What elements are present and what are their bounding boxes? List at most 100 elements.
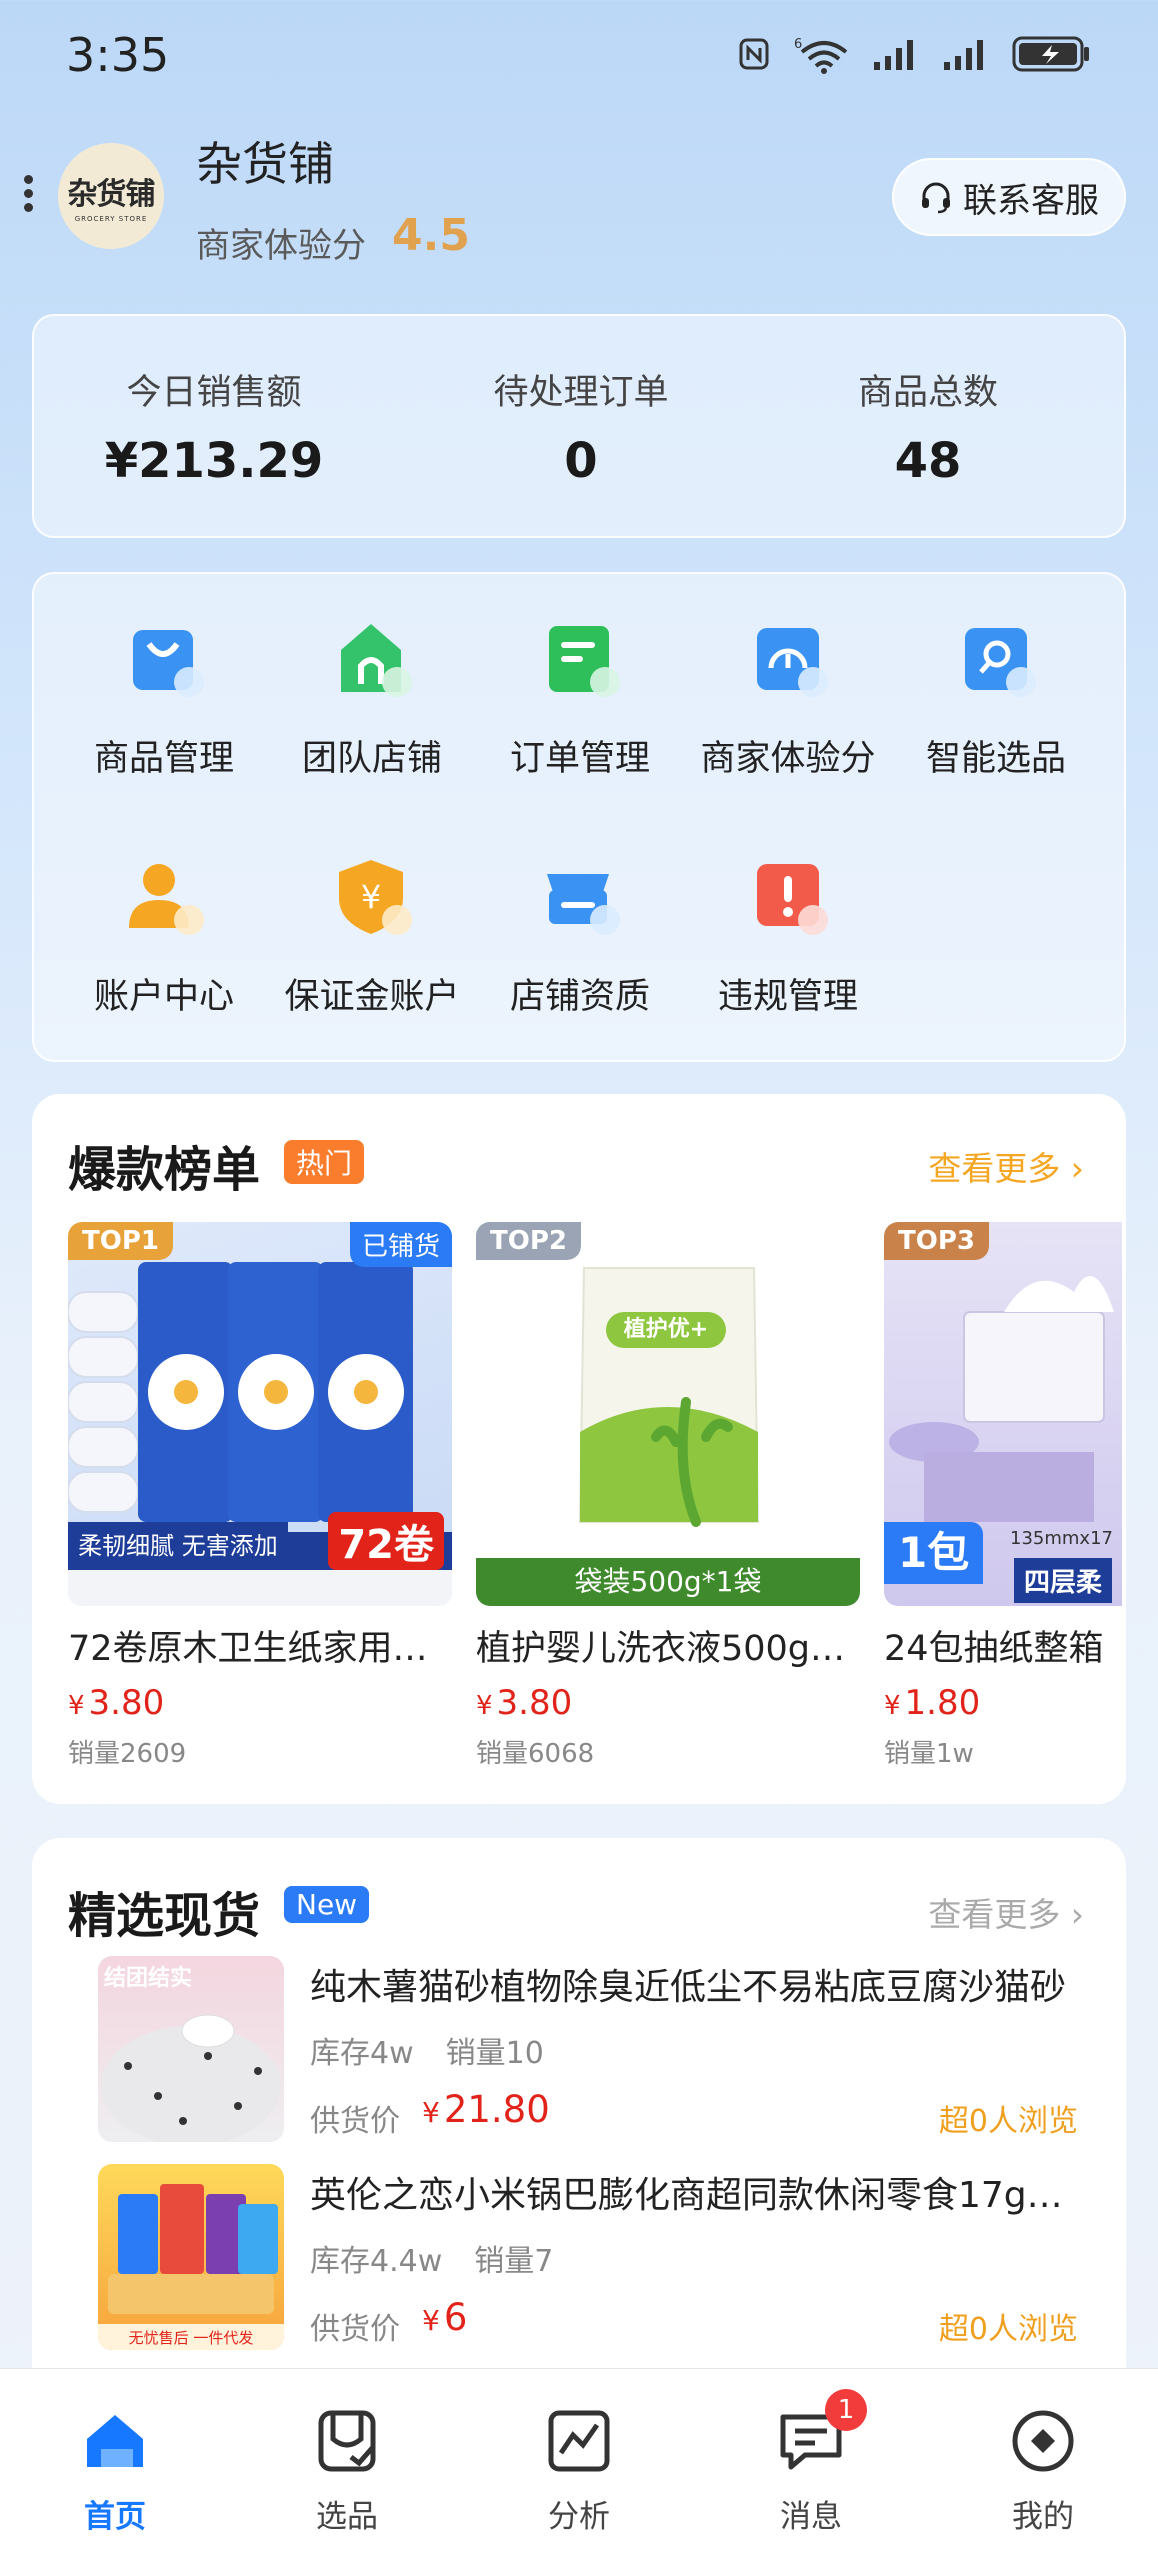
nav-select[interactable]: 选品 xyxy=(277,2405,417,2536)
stat-label: 今日销售额 xyxy=(126,373,302,413)
views-count: 超0人浏览 xyxy=(938,2104,1078,2139)
nav-analytics[interactable]: 分析 xyxy=(509,2405,649,2536)
qualification-icon xyxy=(535,852,625,942)
section-title: 爆款榜单 xyxy=(68,1142,261,1198)
bottom-nav: 首页 选品 分析 1 消息 我的 xyxy=(0,2368,1158,2561)
shopping-bag-icon xyxy=(119,614,209,704)
product-image: 1包 四层柔 135mmx17 TOP3 xyxy=(884,1222,1122,1606)
store-logo: 杂货铺 GROCERY STORE xyxy=(58,143,164,249)
new-tag: New xyxy=(284,1886,370,1923)
supply-price: ¥6 xyxy=(422,2296,468,2339)
func-merchant-score[interactable]: 商家体验分 xyxy=(683,614,893,781)
headset-icon xyxy=(922,182,950,214)
hot-tag: 热门 xyxy=(284,1140,365,1184)
func-smart-selection[interactable]: 智能选品 xyxy=(891,614,1101,781)
nav-messages[interactable]: 1 消息 xyxy=(741,2389,881,2536)
image-size: 135mmx17 xyxy=(1010,1528,1113,1549)
product-price: ¥1.80 xyxy=(884,1683,981,1723)
score-label: 商家体验分 xyxy=(196,226,366,266)
store-icon xyxy=(327,614,417,704)
stat-value: 48 xyxy=(894,433,962,489)
search-icon xyxy=(951,614,1041,704)
supply-label: 供货价 xyxy=(310,2104,400,2139)
wifi-icon: 6 xyxy=(794,37,848,74)
user-icon xyxy=(119,852,209,942)
image-caption: 无忧售后 一件代发 xyxy=(128,2329,254,2347)
product-price: ¥3.80 xyxy=(68,1683,165,1723)
score-value: 4.5 xyxy=(392,210,470,261)
product-price: ¥3.80 xyxy=(476,1683,573,1723)
message-badge: 1 xyxy=(825,2389,867,2431)
func-order-management[interactable]: 订单管理 xyxy=(475,614,685,781)
image-caption: 袋装500g*1袋 xyxy=(476,1558,860,1606)
product-card[interactable]: 植护优+ 袋装500g*1袋 TOP2 植护婴儿洗衣液500g袋装 ¥3.80 … xyxy=(476,1222,860,1770)
nav-home[interactable]: 首页 xyxy=(45,2405,185,2536)
product-card[interactable]: 柔韧细腻 无害添加 72卷 TOP1 已铺货 72卷原木卫生纸家用卷纸 ¥3.8… xyxy=(68,1222,452,1770)
func-store-qualification[interactable]: 店铺资质 xyxy=(475,852,685,1019)
stock-meta: 库存4.4w 销量7 xyxy=(310,2244,554,2279)
stat-value: 0 xyxy=(564,433,598,489)
gauge-icon xyxy=(743,614,833,704)
stat-value: ¥213.29 xyxy=(104,433,324,489)
stock-more-link[interactable]: 查看更多 › xyxy=(928,1888,1084,1936)
rank-badge: TOP1 xyxy=(68,1222,173,1260)
stocked-badge: 已铺货 xyxy=(349,1222,452,1267)
stock-meta: 库存4w 销量10 xyxy=(310,2036,544,2071)
contact-support-button[interactable]: 联系客服 xyxy=(892,158,1126,236)
stat-total-products[interactable]: 商品总数 48 xyxy=(778,364,1078,489)
section-title: 精选现货 xyxy=(68,1888,261,1944)
image-caption: 柔韧细腻 无害添加 xyxy=(68,1522,288,1570)
stat-pending-orders[interactable]: 待处理订单 0 xyxy=(431,364,731,489)
profile-icon xyxy=(1012,2410,1074,2472)
product-name: 72卷原木卫生纸家用卷纸 xyxy=(68,1629,452,1669)
stock-item[interactable]: 无忧售后 一件代发 英伦之恋小米锅巴膨化商超同款休闲零食17g小包 库存4.4w… xyxy=(98,2164,1078,2354)
stock-item[interactable]: 结团结实 纯木薯猫砂植物除臭近低尘不易粘底豆腐沙猫砂 库存4w 销量10 供货价 … xyxy=(98,1956,1078,2146)
image-caption-pack: 1包 xyxy=(884,1522,984,1584)
supply-label: 供货价 xyxy=(310,2312,400,2347)
product-image: 植护优+ 袋装500g*1袋 TOP2 xyxy=(476,1222,860,1606)
svg-text:6: 6 xyxy=(794,37,802,52)
menu-dots-icon[interactable] xyxy=(24,170,38,217)
analytics-icon xyxy=(548,2410,610,2472)
stock-image: 无忧售后 一件代发 xyxy=(98,2164,284,2350)
signal-icon xyxy=(874,40,913,70)
func-account-center[interactable]: 账户中心 xyxy=(59,852,269,1019)
select-product-icon xyxy=(318,2410,376,2472)
order-list-icon xyxy=(535,614,625,704)
product-sales: 销量6068 xyxy=(476,1739,595,1769)
hot-list-more-link[interactable]: 查看更多 › xyxy=(928,1142,1084,1190)
svg-text:¥: ¥ xyxy=(361,878,381,916)
status-icons: 6 xyxy=(736,34,1092,74)
func-deposit-account[interactable]: ¥ 保证金账户 xyxy=(267,852,477,1019)
battery-icon xyxy=(1012,36,1089,72)
views-count: 超0人浏览 xyxy=(938,2312,1078,2347)
yuan-shield-icon: ¥ xyxy=(327,852,417,942)
image-caption-layers: 四层柔 xyxy=(1014,1558,1113,1603)
stats-card: 今日销售额 ¥213.29 待处理订单 0 商品总数 48 xyxy=(32,314,1126,538)
product-image: 柔韧细腻 无害添加 72卷 TOP1 已铺货 xyxy=(68,1222,452,1606)
warning-icon xyxy=(743,852,833,942)
product-clip: 1包 四层柔 135mmx17 TOP3 24包抽纸整箱 ¥1.80 销量1w xyxy=(884,1222,1122,1782)
support-label: 联系客服 xyxy=(963,180,1099,221)
product-name: 植护婴儿洗衣液500g袋装 xyxy=(476,1629,860,1669)
stat-sales-today[interactable]: 今日销售额 ¥213.29 xyxy=(64,364,364,489)
product-card[interactable]: 1包 四层柔 135mmx17 TOP3 24包抽纸整箱 ¥1.80 销量1w xyxy=(884,1222,1122,1770)
func-product-management[interactable]: 商品管理 xyxy=(59,614,269,781)
nav-profile[interactable]: 我的 xyxy=(973,2405,1113,2536)
image-brand: 植护优+ xyxy=(623,1317,709,1342)
store-name: 杂货铺 xyxy=(196,137,334,191)
product-sales: 销量1w xyxy=(884,1739,974,1769)
stock-name: 英伦之恋小米锅巴膨化商超同款休闲零食17g小包 xyxy=(310,2175,1070,2216)
stock-name: 纯木薯猫砂植物除臭近低尘不易粘底豆腐沙猫砂 xyxy=(310,1967,1067,2008)
product-sales: 销量2609 xyxy=(68,1739,187,1769)
selected-stock-section: 精选现货 New 查看更多 › 结团结实 纯木薯猫砂植物除臭近低尘不易粘底豆腐沙… xyxy=(32,1838,1126,2398)
function-grid: 商品管理 团队店铺 订单管理 商家体验分 智能选品 账户中心 ¥ 保证金账户 店… xyxy=(32,572,1126,1062)
product-name: 24包抽纸整箱 xyxy=(884,1629,1104,1669)
supply-price: ¥21.80 xyxy=(422,2088,550,2131)
func-violation-management[interactable]: 违规管理 xyxy=(683,852,893,1019)
rank-badge: TOP2 xyxy=(476,1222,581,1260)
stock-image: 结团结实 xyxy=(98,1956,284,2142)
hot-list-section: 爆款榜单 热门 查看更多 › 柔韧细腻 无害添加 72卷 TOP1 已铺货 72… xyxy=(32,1094,1126,1804)
home-icon xyxy=(87,2415,143,2467)
func-team-store[interactable]: 团队店铺 xyxy=(267,614,477,781)
